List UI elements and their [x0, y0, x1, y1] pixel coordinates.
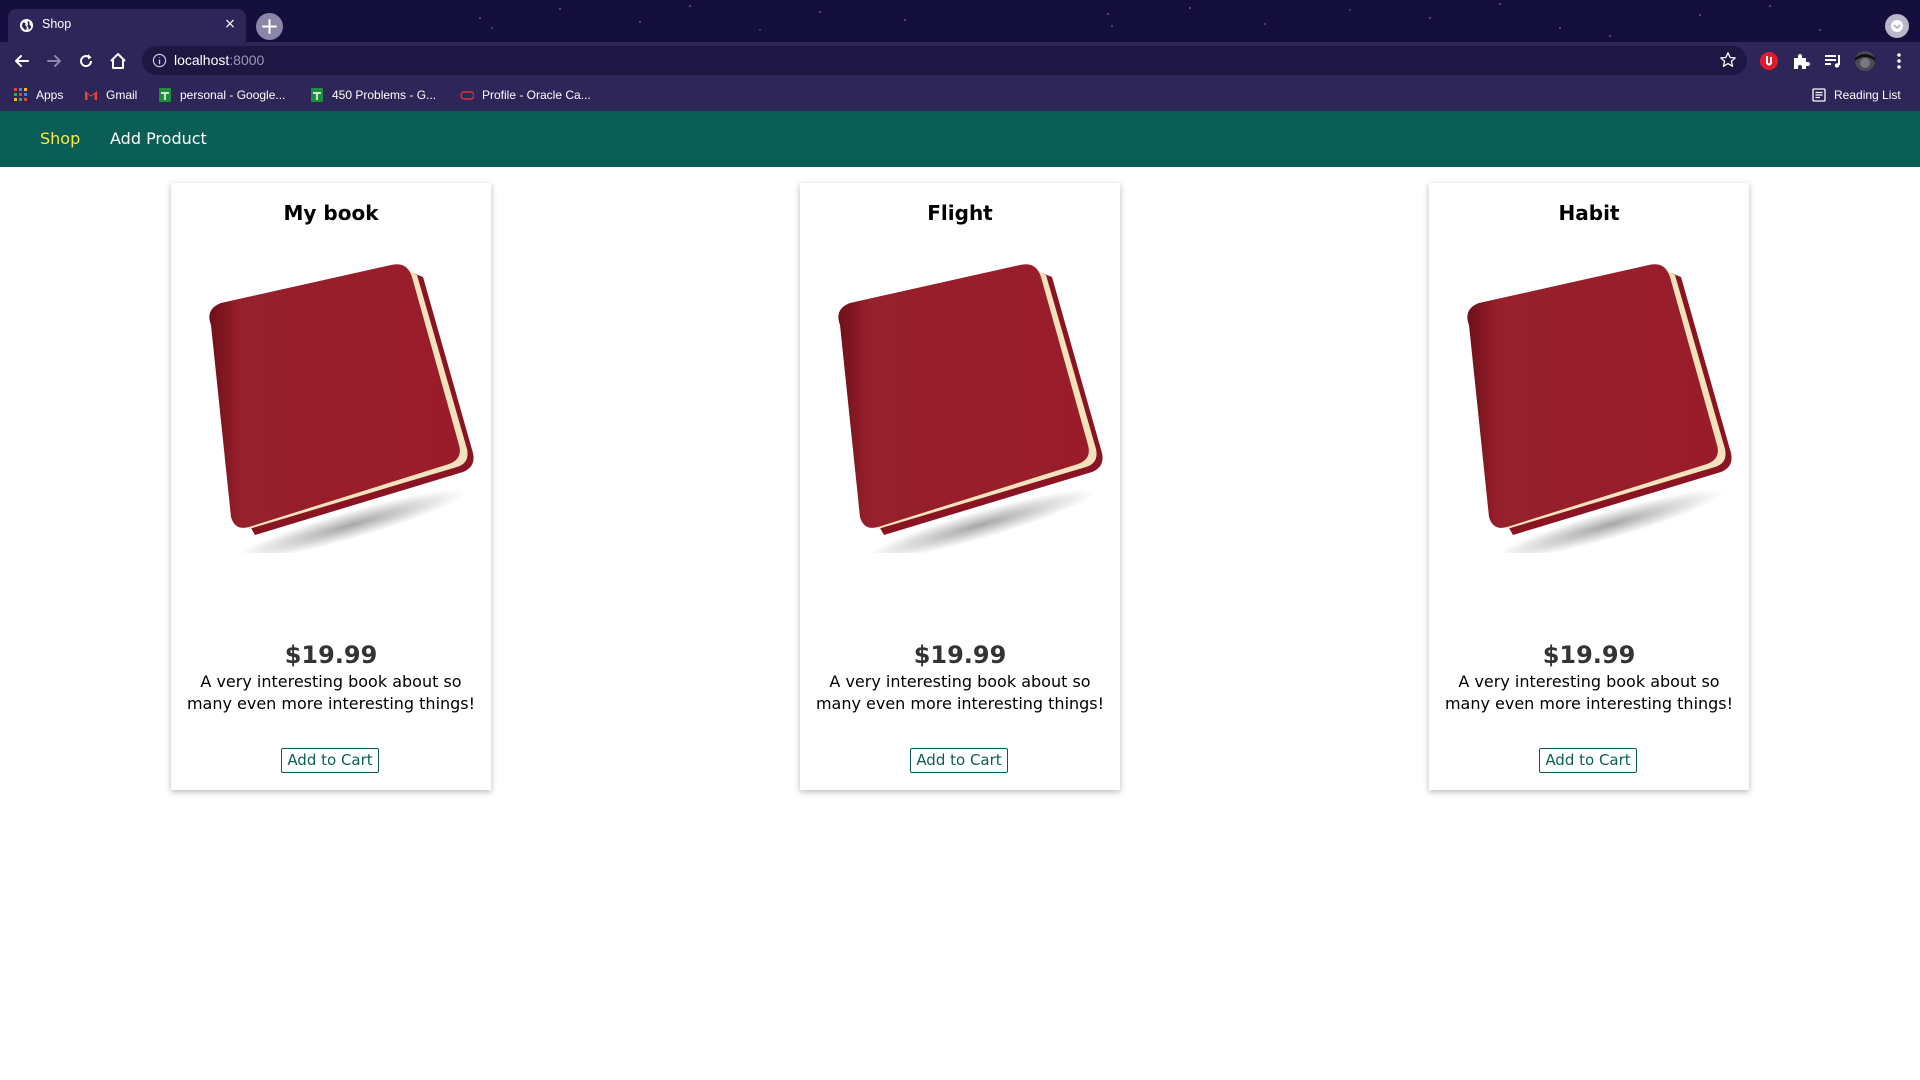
product-description: A very interesting book about so many ev… [186, 672, 476, 713]
forward-arrow-icon[interactable] [44, 51, 64, 71]
new-tab-button[interactable] [256, 13, 283, 40]
browser-chrome: Shop × localhost:8000 Apps Gmail persona… [0, 0, 1920, 111]
puzzle-extensions-icon[interactable] [1790, 50, 1812, 72]
bookmark-personal-sheet[interactable]: personal - Google... [158, 87, 285, 103]
product-description: A very interesting book about so many ev… [815, 672, 1105, 713]
product-price: $19.99 [913, 641, 1007, 669]
book-image [838, 264, 1103, 553]
reading-list-button[interactable]: Reading List [1812, 87, 1901, 103]
add-to-cart-button[interactable]: Add to Cart [1539, 748, 1637, 773]
product-title: My book [283, 201, 379, 225]
reload-icon[interactable] [76, 51, 96, 71]
product-title: Habit [1558, 201, 1620, 225]
bookmark-oracle-profile[interactable]: Profile - Oracle Ca... [460, 87, 591, 103]
bookmark-apps[interactable]: Apps [14, 87, 63, 103]
avatar-icon[interactable] [1854, 50, 1876, 72]
bookmarks-bar: Apps Gmail personal - Google... 450 Prob… [0, 79, 1920, 111]
tab-close-button[interactable]: × [222, 16, 238, 32]
product-card: Habit $19.99 A very interesting book abo… [1429, 183, 1749, 790]
plus-icon [262, 19, 277, 34]
book-image [1467, 264, 1732, 553]
reading-list-icon [1812, 88, 1826, 102]
bookmark-gmail[interactable]: Gmail [84, 87, 137, 103]
address-bar[interactable]: localhost:8000 [142, 46, 1747, 75]
apps-grid-icon [14, 88, 27, 101]
add-to-cart-button[interactable]: Add to Cart [910, 748, 1008, 773]
add-to-cart-button[interactable]: Add to Cart [281, 748, 379, 773]
gmail-icon [85, 91, 97, 100]
main-nav-bar: Shop Add Product [0, 111, 1920, 167]
sheets-icon [311, 88, 323, 102]
product-card: My book $19.99 A very interesting book a… [171, 183, 491, 790]
product-price: $19.99 [284, 641, 378, 669]
bookmark-450-problems[interactable]: 450 Problems - G... [310, 87, 436, 103]
sheets-icon [159, 88, 171, 102]
url-text: localhost:8000 [174, 52, 265, 68]
home-icon[interactable] [108, 51, 128, 71]
product-card: Flight $19.99 A very interesting book ab… [800, 183, 1120, 790]
product-title: Flight [927, 201, 993, 225]
info-icon[interactable] [152, 53, 167, 68]
browser-tab[interactable]: Shop × [8, 9, 246, 42]
globe-icon [19, 18, 34, 33]
product-description: A very interesting book about so many ev… [1444, 672, 1734, 713]
menu-dots-icon[interactable] [1888, 50, 1910, 72]
extension-red-icon[interactable] [1758, 50, 1780, 72]
bookmark-star-icon[interactable] [1719, 51, 1737, 69]
nav-link-shop[interactable]: Shop [40, 129, 80, 148]
back-arrow-icon[interactable] [12, 51, 32, 71]
media-queue-icon[interactable] [1822, 50, 1844, 72]
nav-link-add-product[interactable]: Add Product [110, 129, 207, 148]
oracle-icon [460, 91, 474, 100]
product-price: $19.99 [1542, 641, 1636, 669]
profile-menu-icon[interactable] [1884, 13, 1910, 39]
book-image [209, 264, 474, 553]
tab-title: Shop [42, 17, 72, 31]
browser-toolbar: localhost:8000 [0, 42, 1920, 79]
